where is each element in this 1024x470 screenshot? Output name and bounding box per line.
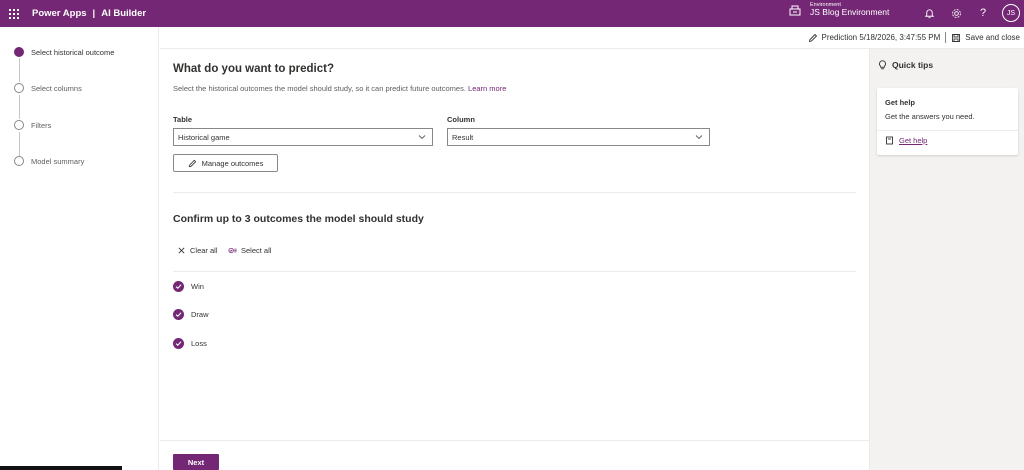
section-divider (173, 192, 856, 193)
step-model-summary[interactable]: Model summary (14, 156, 84, 166)
step-indicator (14, 156, 24, 166)
step-indicator (14, 120, 24, 130)
description-text: Select the historical outcomes the model… (173, 84, 466, 93)
main-content: What do you want to predict? Select the … (160, 49, 869, 470)
step-connector (18, 58, 20, 82)
title-separator: | (92, 8, 96, 19)
step-select-historical-outcome[interactable]: Select historical outcome (14, 47, 114, 57)
footer-divider (160, 440, 869, 441)
checkmark-icon[interactable] (173, 338, 184, 349)
select-all-icon (228, 247, 237, 254)
manage-outcomes-button[interactable]: Manage outcomes (173, 154, 278, 172)
lightbulb-icon (879, 60, 886, 70)
save-icon (952, 33, 961, 42)
taskbar-edge (0, 466, 122, 470)
book-icon (886, 136, 893, 145)
save-label: Save and close (965, 33, 1020, 42)
step-navigation: Select historical outcome Select columns… (0, 27, 159, 470)
list-divider (173, 271, 856, 272)
step-filters[interactable]: Filters (14, 120, 51, 130)
chevron-down-icon (418, 135, 426, 140)
environment-picker[interactable]: Environment JS Blog Environment (788, 2, 889, 17)
page-title: What do you want to predict? (173, 63, 334, 75)
gear-icon[interactable] (949, 6, 963, 20)
column-value: Result (452, 132, 474, 142)
close-icon (178, 247, 185, 254)
manage-outcomes-label: Manage outcomes (201, 158, 264, 168)
column-label: Column (447, 115, 475, 124)
avatar[interactable]: JS (1002, 4, 1020, 22)
quick-tips-panel: Quick tips Get help Get the answers you … (869, 49, 1024, 470)
step-connector (18, 95, 20, 119)
top-bar: Power Apps | AI Builder Environment JS B… (0, 0, 1024, 27)
column-dropdown[interactable]: Result (447, 128, 710, 146)
clear-all-label: Clear all (190, 246, 218, 255)
table-value: Historical game (178, 132, 230, 142)
quick-tips-header: Quick tips (878, 60, 933, 70)
step-select-columns[interactable]: Select columns (14, 83, 82, 93)
app-name[interactable]: Power Apps (32, 8, 87, 19)
checkmark-icon[interactable] (173, 309, 184, 320)
command-bar: Prediction 5/18/2026, 3:47:55 PM Save an… (160, 27, 1024, 49)
table-label: Table (173, 115, 193, 124)
waffle-icon[interactable] (0, 0, 28, 27)
outcome-label: Loss (191, 339, 207, 348)
bell-icon[interactable] (922, 6, 936, 20)
clear-all-button[interactable]: Clear all (177, 246, 218, 255)
outcome-label: Win (191, 282, 204, 291)
next-button[interactable]: Next (173, 454, 219, 470)
get-help-card: Get help Get the answers you need. Get h… (877, 88, 1018, 155)
learn-more-link[interactable]: Learn more (468, 84, 506, 93)
step-label: Select columns (31, 83, 82, 93)
step-indicator (14, 83, 24, 93)
table-dropdown[interactable]: Historical game (173, 128, 433, 146)
environment-icon (789, 5, 801, 16)
step-label: Select historical outcome (31, 47, 115, 57)
prediction-name-button[interactable]: Prediction 5/18/2026, 3:47:55 PM (808, 33, 941, 43)
quick-tips-title: Quick tips (892, 60, 934, 70)
save-and-close-button[interactable]: Save and close (951, 33, 1020, 43)
command-divider (945, 32, 947, 43)
outcomes-title: Confirm up to 3 outcomes the model shoul… (173, 213, 424, 225)
card-text: Get the answers you need. (885, 112, 975, 121)
step-active-indicator (14, 47, 24, 57)
checkmark-icon[interactable] (173, 281, 184, 292)
prediction-label: Prediction 5/18/2026, 3:47:55 PM (821, 33, 941, 42)
outcome-item-draw[interactable]: Draw (173, 309, 209, 320)
get-help-link-label: Get help (899, 136, 928, 145)
product-name[interactable]: AI Builder (101, 8, 146, 19)
chevron-down-icon (695, 135, 703, 140)
pencil-icon (808, 33, 817, 42)
card-divider (877, 130, 1018, 131)
pencil-icon (188, 159, 196, 167)
page-description: Select the historical outcomes the model… (173, 83, 513, 95)
outcome-label: Draw (191, 310, 209, 319)
environment-name: JS Blog Environment (810, 7, 890, 18)
select-all-label: Select all (241, 246, 272, 255)
step-label: Model summary (31, 156, 85, 166)
step-connector (18, 132, 20, 156)
select-all-button[interactable]: Select all (228, 246, 271, 255)
outcome-item-loss[interactable]: Loss (173, 338, 207, 349)
get-help-link[interactable]: Get help (885, 136, 927, 145)
help-icon[interactable]: ? (976, 6, 990, 20)
outcome-item-win[interactable]: Win (173, 281, 204, 292)
step-label: Filters (31, 120, 52, 130)
card-title: Get help (885, 98, 916, 107)
